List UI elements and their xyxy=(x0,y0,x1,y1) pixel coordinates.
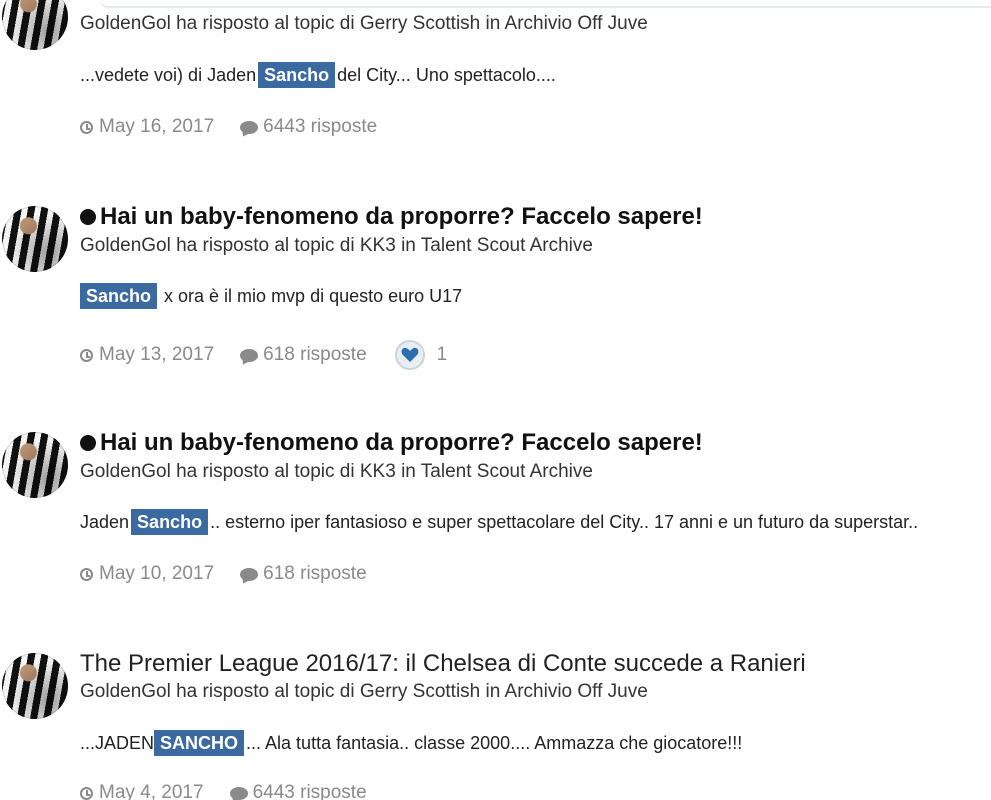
result-footer: May 10, 2017 618 risposte xyxy=(80,563,367,585)
snippet-text: .. esterno iper fantasioso e super spett… xyxy=(210,512,919,532)
result-byline[interactable]: GoldenGol ha risposto al topic di KK3 in… xyxy=(80,235,593,257)
clock-icon xyxy=(80,348,93,362)
snippet-text: ... Ala tutta fantasia.. classe 2000....… xyxy=(246,733,743,753)
snippet-text: del City... Uno spettacolo.... xyxy=(337,65,556,85)
date-text: May 13, 2017 xyxy=(99,344,215,365)
reaction-summary[interactable]: 1 xyxy=(394,340,448,370)
comment-icon xyxy=(240,348,259,362)
search-highlight: Sancho xyxy=(258,62,336,88)
clock-icon xyxy=(80,786,93,800)
date-text: May 16, 2017 xyxy=(99,116,215,137)
result-date[interactable]: May 16, 2017 xyxy=(80,116,214,138)
comment-icon xyxy=(229,786,248,800)
date-text: May 4, 2017 xyxy=(99,782,204,800)
result-title[interactable]: Hai un baby-fenomeno da proporre? Faccel… xyxy=(80,428,703,458)
result-replies: 618 risposte xyxy=(240,344,367,366)
result-title[interactable]: Hai un baby-fenomeno da proporre? Faccel… xyxy=(80,202,703,232)
result-title[interactable]: The Premier League 2016/17: il Chelsea d… xyxy=(80,649,806,679)
replies-text: 6443 risposte xyxy=(252,782,367,800)
unread-dot-icon xyxy=(80,209,96,225)
avatar[interactable] xyxy=(2,432,68,498)
replies-text: 618 risposte xyxy=(263,344,367,365)
snippet-text: ...vedete voi) di Jaden xyxy=(80,65,257,85)
result-snippet: Jaden Sancho.. esterno iper fantasioso e … xyxy=(80,507,918,537)
result-title-text[interactable]: Hai un baby-fenomeno da proporre? Faccel… xyxy=(100,203,703,230)
snippet-text: Jaden xyxy=(80,512,130,532)
result-footer: May 13, 2017 618 risposte 1 xyxy=(80,340,447,370)
result-date[interactable]: May 10, 2017 xyxy=(80,563,214,585)
date-text: May 10, 2017 xyxy=(99,563,215,584)
result-replies: 6443 risposte xyxy=(240,116,377,138)
search-highlight: SANCHO xyxy=(154,730,245,756)
result-snippet: ...vedete voi) di Jaden Sancho del City...… xyxy=(80,60,556,90)
result-footer: May 4, 2017 6443 risposte xyxy=(80,782,367,800)
result-date[interactable]: May 4, 2017 xyxy=(80,782,204,800)
search-results: GoldenGol ha risposto al topic di Gerry … xyxy=(0,0,991,800)
search-highlight: Sancho xyxy=(80,283,158,309)
avatar[interactable] xyxy=(2,206,68,272)
heart-icon[interactable] xyxy=(394,340,425,370)
result-snippet: Sancho x ora è il mio mvp di questo euro… xyxy=(80,281,462,311)
result-date[interactable]: May 13, 2017 xyxy=(80,344,214,366)
unread-dot-icon xyxy=(80,435,96,451)
comment-icon xyxy=(240,567,259,581)
replies-text: 6443 risposte xyxy=(263,116,378,137)
search-highlight: Sancho xyxy=(131,509,209,535)
avatar[interactable] xyxy=(2,653,68,719)
reaction-count: 1 xyxy=(436,344,448,365)
avatar[interactable] xyxy=(2,0,68,50)
clock-icon xyxy=(80,120,93,134)
clock-icon xyxy=(80,567,93,581)
result-replies: 6443 risposte xyxy=(229,782,367,800)
search-box-edge xyxy=(100,0,991,8)
result-replies: 618 risposte xyxy=(240,563,367,585)
result-snippet: ...JADEN SANCHO... Ala tutta fantasia.. c… xyxy=(80,728,742,758)
replies-text: 618 risposte xyxy=(263,563,367,584)
comment-icon xyxy=(240,120,259,134)
result-title-text[interactable]: The Premier League 2016/17: il Chelsea d… xyxy=(80,650,806,677)
result-byline[interactable]: GoldenGol ha risposto al topic di KK3 in… xyxy=(80,461,593,483)
snippet-text: ...JADEN xyxy=(80,733,155,753)
result-byline[interactable]: GoldenGol ha risposto al topic di Gerry … xyxy=(80,681,648,703)
result-byline[interactable]: GoldenGol ha risposto al topic di Gerry … xyxy=(80,13,648,35)
snippet-text: x ora è il mio mvp di questo euro U17 xyxy=(164,286,463,306)
result-footer: May 16, 2017 6443 risposte xyxy=(80,116,377,138)
result-title-text[interactable]: Hai un baby-fenomeno da proporre? Faccel… xyxy=(100,429,703,456)
